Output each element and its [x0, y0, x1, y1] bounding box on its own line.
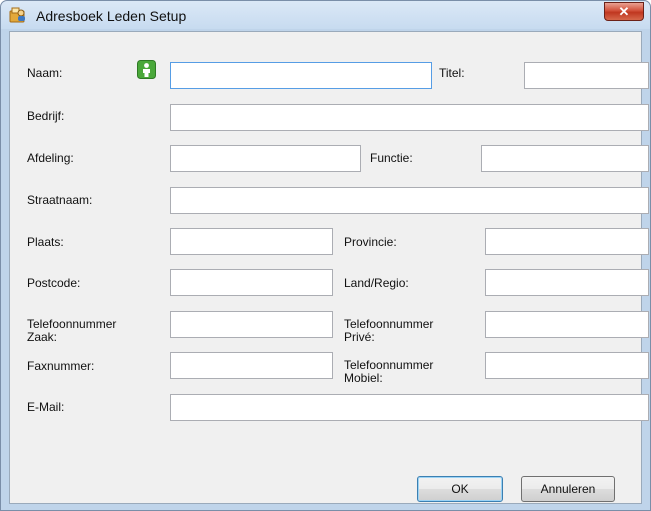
titel-input[interactable]	[524, 62, 649, 89]
label-functie: Functie:	[370, 151, 413, 165]
cancel-button[interactable]: Annuleren	[521, 476, 615, 502]
close-icon: ✕	[618, 4, 630, 19]
label-tel-prive-line1: Telefoonnummer	[344, 317, 434, 331]
plaats-input[interactable]	[170, 228, 333, 255]
functie-input[interactable]	[481, 145, 649, 172]
address-book-icon	[9, 7, 25, 23]
label-naam: Naam:	[27, 66, 63, 80]
label-faxnummer: Faxnummer:	[27, 359, 95, 373]
naam-input[interactable]	[170, 62, 432, 89]
label-titel: Titel:	[439, 66, 465, 80]
close-button[interactable]: ✕	[604, 2, 644, 21]
tel-prive-input[interactable]	[485, 311, 649, 338]
label-straatnaam: Straatnaam:	[27, 193, 93, 207]
label-email: E-Mail:	[27, 400, 65, 414]
window-title: Adresboek Leden Setup	[36, 8, 187, 24]
label-tel-prive-line2: Privé:	[344, 330, 375, 344]
label-plaats: Plaats:	[27, 235, 64, 249]
postcode-input[interactable]	[170, 269, 333, 296]
label-land-regio: Land/Regio:	[344, 276, 409, 290]
label-provincie: Provincie:	[344, 235, 397, 249]
label-afdeling: Afdeling:	[27, 151, 74, 165]
provincie-input[interactable]	[485, 228, 649, 255]
title-bar: Adresboek Leden Setup ✕	[1, 1, 650, 31]
tel-mobiel-input[interactable]	[485, 352, 649, 379]
bedrijf-input[interactable]	[170, 104, 649, 131]
ok-button[interactable]: OK	[417, 476, 503, 502]
label-postcode: Postcode:	[27, 276, 81, 290]
tel-zaak-input[interactable]	[170, 311, 333, 338]
label-tel-zaak-line1: Telefoonnummer	[27, 317, 117, 331]
land-regio-input[interactable]	[485, 269, 649, 296]
label-tel-mobiel-line2: Mobiel:	[344, 371, 383, 385]
dialog-window: Adresboek Leden Setup ✕ Naam: Titel: Bed…	[0, 0, 651, 511]
email-input[interactable]	[170, 394, 649, 421]
label-tel-zaak-line2: Zaak:	[27, 330, 58, 344]
person-icon[interactable]	[137, 60, 156, 79]
dialog-client-area: Naam: Titel: Bedrijf: Afdeling: Functie:…	[9, 31, 649, 504]
label-tel-mobiel-line1: Telefoonnummer	[344, 358, 434, 372]
faxnummer-input[interactable]	[170, 352, 333, 379]
label-bedrijf: Bedrijf:	[27, 109, 65, 123]
afdeling-input[interactable]	[170, 145, 361, 172]
straatnaam-input[interactable]	[170, 187, 649, 214]
